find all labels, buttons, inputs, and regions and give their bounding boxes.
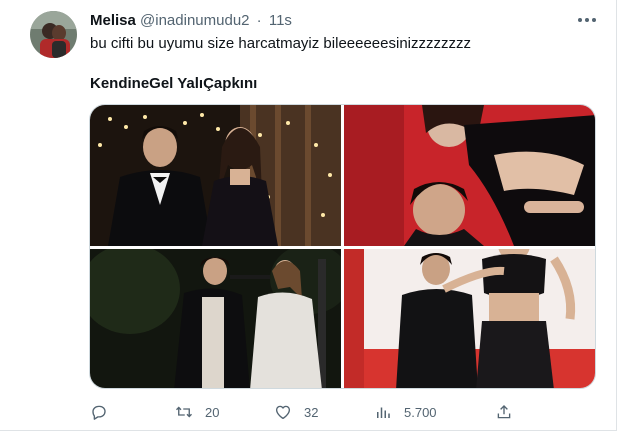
retweet-button[interactable]: 20 [175, 400, 219, 424]
avatar[interactable] [30, 11, 77, 58]
author-handle[interactable]: @inadinumudu2 [140, 12, 249, 29]
tweet-card: Melisa @inadinumudu2 · 11s bu cifti bu u… [0, 0, 617, 431]
tweet-actions: 20 32 5.700 [0, 400, 617, 424]
more-options-icon[interactable] [574, 10, 600, 30]
reply-button[interactable] [90, 400, 120, 424]
media-image-2[interactable] [344, 105, 595, 246]
like-count: 32 [304, 404, 319, 420]
views-count: 5.700 [404, 404, 437, 420]
like-button[interactable]: 32 [274, 400, 318, 424]
separator-dot: · [256, 12, 262, 29]
views-button[interactable]: 5.700 [374, 400, 437, 424]
reply-icon [92, 405, 106, 420]
like-icon [275, 405, 291, 420]
views-icon [377, 407, 390, 418]
media-image-4[interactable] [344, 249, 595, 388]
tweet-header: Melisa @inadinumudu2 · 11s [90, 12, 292, 30]
retweet-icon [176, 406, 192, 418]
media-image-1[interactable] [90, 105, 341, 246]
retweet-count: 20 [205, 404, 220, 420]
tweet-timestamp[interactable]: 11s [269, 12, 292, 29]
share-icon [497, 405, 511, 419]
share-button[interactable] [495, 400, 513, 424]
author-name[interactable]: Melisa [90, 12, 136, 29]
tweet-hashtags[interactable]: KendineGel YalıÇapkını [90, 74, 257, 93]
media-image-3[interactable] [90, 249, 341, 388]
media-grid [89, 104, 596, 389]
tweet-text: bu cifti bu uyumu size harcatmayiz bilee… [90, 35, 471, 52]
